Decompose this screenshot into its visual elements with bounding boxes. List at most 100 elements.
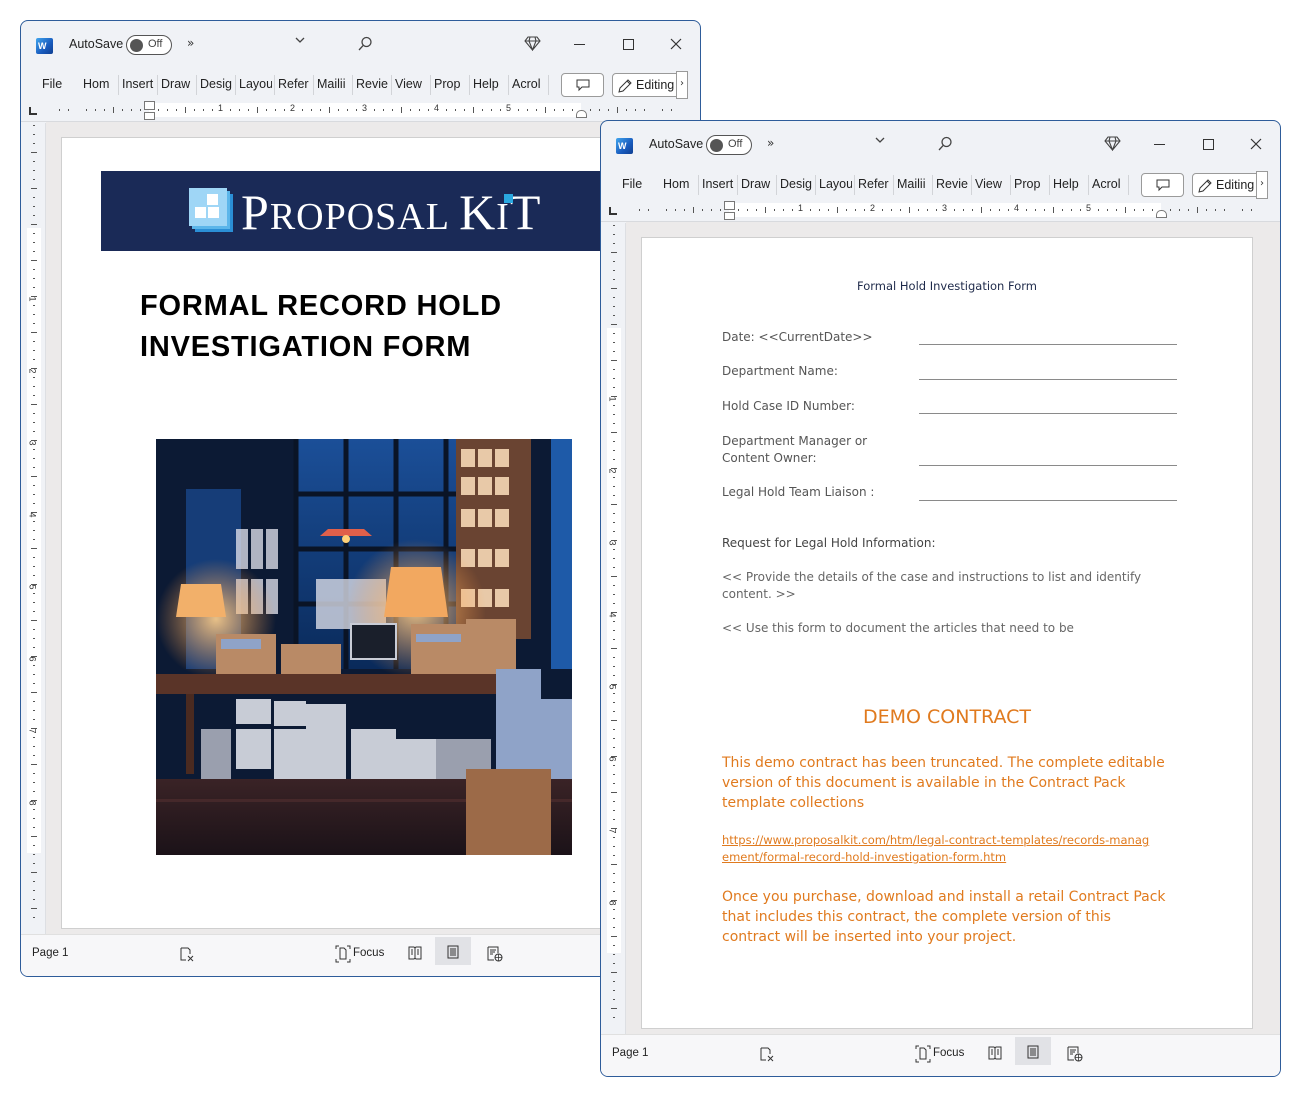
ribbon-tab-revie[interactable]: Revie [936,177,968,191]
ruler-tick [33,521,35,522]
ribbon-tab-prop[interactable]: Prop [434,77,466,91]
search-icon[interactable] [357,36,373,52]
ribbon-tab-layou[interactable]: Layou [819,177,852,191]
read-mode-icon[interactable] [988,1046,1002,1060]
cover-photo[interactable] [156,439,572,855]
ribbon-tab-file[interactable]: File [42,77,72,91]
page-number-indicator[interactable]: Page 1 [612,1047,648,1059]
first-line-indent-marker[interactable] [144,101,155,110]
search-icon[interactable] [937,136,953,152]
comments-button[interactable] [1141,173,1184,197]
ribbon-tab-mailii[interactable]: Mailii [317,77,349,91]
ruler-tick [613,945,615,946]
tab-selector[interactable] [609,207,617,215]
tab-selector[interactable] [29,107,37,115]
vertical-ruler[interactable]: 1 2 3 4 5 6 7 8 [27,123,41,923]
left-indent-marker[interactable] [144,112,155,120]
ruler-tick [410,109,411,111]
right-indent-marker[interactable] [576,110,587,118]
contract-pack-link[interactable]: https://www.proposalkit.com/htm/legal-co… [722,832,1152,866]
ribbon-tab-draw[interactable]: Draw [741,177,775,191]
ribbon-tab-file[interactable]: File [622,177,652,191]
ruler-tick [554,109,555,111]
ribbon-tab-insert[interactable]: Insert [702,177,734,191]
diamond-icon[interactable] [1104,136,1121,151]
more-commands-button[interactable]: » [187,36,194,50]
accessibility-check-icon[interactable] [759,1046,775,1062]
editing-more-chevron-right-icon[interactable]: › [1256,171,1268,199]
ruler-tick [59,109,60,111]
ruler-tick [613,225,615,226]
ribbon-tab-hom[interactable]: Hom [663,177,695,191]
field-input-line[interactable] [919,465,1177,466]
document-page[interactable]: Formal Hold Investigation Form Date: <<C… [641,237,1253,1029]
ribbon-tab-refer[interactable]: Refer [858,177,891,191]
ruler-tick [639,209,640,211]
ruler-tick [613,603,615,604]
web-layout-icon[interactable] [487,946,503,962]
editing-mode-button[interactable]: Editing [612,73,684,97]
ribbon-tab-separator [469,75,470,95]
ruler-tick [536,109,537,111]
left-indent-marker[interactable] [724,212,735,220]
ribbon-tab-refer[interactable]: Refer [278,77,311,91]
horizontal-ruler[interactable]: 1 2 3 4 5 [57,101,677,120]
read-mode-icon[interactable] [408,946,422,960]
close-icon[interactable] [1248,136,1264,152]
field-input-line[interactable] [919,344,1177,345]
more-commands-button[interactable]: » [767,136,774,150]
first-line-indent-marker[interactable] [724,201,735,210]
maximize-icon[interactable] [1203,139,1214,150]
ribbon-tab-view[interactable]: View [975,177,1005,191]
vertical-ruler[interactable]: 1 2 3 4 5 6 7 8 [607,223,621,1023]
minimize-icon[interactable] [1154,144,1165,145]
ribbon-tab-prop[interactable]: Prop [1014,177,1046,191]
ribbon-tab-acrol[interactable]: Acrol [1092,177,1126,191]
ruler-tick [33,782,35,783]
document-title: Formal Hold Investigation Form [857,279,1037,293]
ruler-tick [855,209,856,211]
ribbon-tab-layou[interactable]: Layou [239,77,272,91]
ribbon-tab-revie[interactable]: Revie [356,77,388,91]
autosave-toggle[interactable]: Off [706,135,752,155]
ribbon-tab-help[interactable]: Help [473,77,503,91]
document-canvas[interactable]: Formal Hold Investigation Form Date: <<C… [626,222,1280,1034]
ribbon-tab-draw[interactable]: Draw [161,77,195,91]
ruler-tick [611,432,617,433]
customize-toolbar-chevron-down-icon[interactable] [294,34,306,49]
autosave-toggle[interactable]: Off [126,35,172,55]
customize-toolbar-chevron-down-icon[interactable] [874,134,886,149]
web-layout-icon[interactable] [1067,1046,1083,1062]
print-layout-button[interactable] [435,937,471,965]
field-input-line[interactable] [919,413,1177,414]
ribbon-tab-insert[interactable]: Insert [122,77,154,91]
document-page[interactable]: PROPOSAL KIT FORMAL RECORD HOLD INVESTIG… [61,137,674,929]
ribbon-tab-help[interactable]: Help [1053,177,1083,191]
field-input-line[interactable] [919,500,1177,501]
close-icon[interactable] [668,36,684,52]
ribbon-tab-acrol[interactable]: Acrol [512,77,546,91]
comments-button[interactable] [561,73,604,97]
ribbon-tab-mailii[interactable]: Mailii [897,177,929,191]
ruler-tick [31,872,37,873]
ribbon-tab-desig[interactable]: Desig [780,177,812,191]
editing-mode-button[interactable]: Editing [1192,173,1264,197]
horizontal-ruler[interactable]: 1 2 3 4 5 [637,201,1257,220]
ribbon-tab-hom[interactable]: Hom [83,77,115,91]
ribbon-tab-view[interactable]: View [395,77,425,91]
ruler-tick [846,209,847,211]
minimize-icon[interactable] [574,44,585,45]
maximize-icon[interactable] [623,39,634,50]
accessibility-check-icon[interactable] [179,946,195,962]
ruler-tick [613,954,615,955]
right-indent-marker[interactable] [1156,210,1167,218]
diamond-icon[interactable] [524,36,541,51]
page-number-indicator[interactable]: Page 1 [32,947,68,959]
ribbon-tab-desig[interactable]: Desig [200,77,232,91]
field-input-line[interactable] [919,379,1177,380]
editing-more-chevron-right-icon[interactable]: › [676,71,688,99]
ruler-tick [33,350,35,351]
status-bar: Page 1 Focus [601,1034,1280,1076]
print-layout-button[interactable] [1015,1037,1051,1065]
ruler-tick [33,818,35,819]
